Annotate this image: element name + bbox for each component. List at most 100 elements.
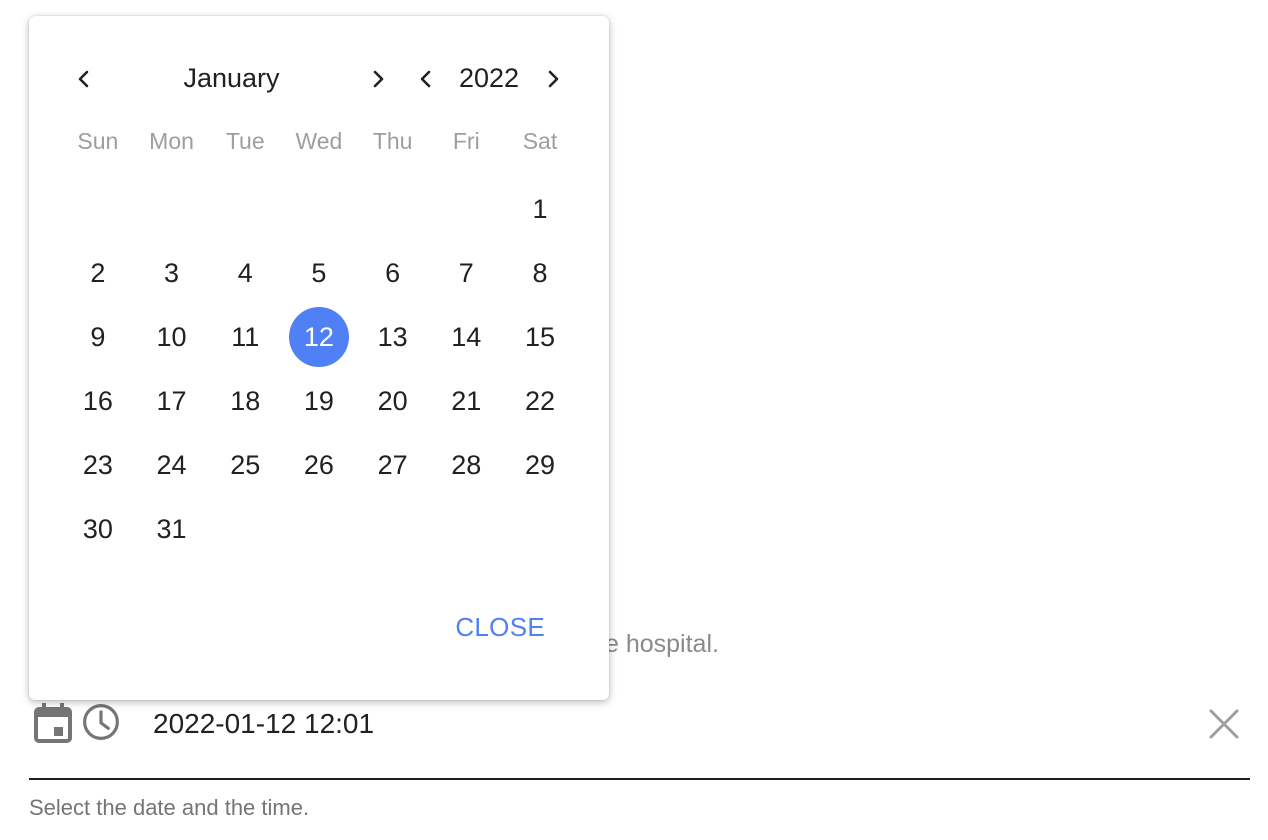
day-number: 25 (230, 449, 261, 480)
day-number: 2 (90, 257, 106, 288)
day-number: 12 (288, 307, 349, 367)
day-number: 1 (532, 193, 548, 224)
day-number: 24 (156, 449, 187, 480)
weekday-label: Sun (77, 128, 119, 154)
day-number: 31 (156, 513, 187, 544)
day-cell[interactable]: 30 (61, 497, 135, 561)
day-number: 9 (90, 321, 106, 352)
weekday-label: Wed (295, 128, 343, 154)
day-number: 4 (237, 257, 253, 288)
day-number: 7 (458, 257, 474, 288)
weekday-header: Sun Mon Tue Wed Thu Fri Sat (61, 128, 577, 160)
day-number: 13 (377, 321, 408, 352)
day-cell[interactable]: 23 (61, 433, 135, 497)
day-number: 18 (230, 385, 261, 416)
day-number: 6 (385, 257, 401, 288)
day-cell[interactable]: 13 (356, 305, 430, 369)
day-cell[interactable]: 19 (282, 369, 356, 433)
field-icons (33, 700, 121, 744)
day-cell[interactable]: 31 (135, 497, 209, 561)
weekday-label: Fri (452, 128, 480, 154)
day-number: 11 (231, 321, 260, 352)
day-number: 16 (82, 385, 113, 416)
day-number: 22 (524, 385, 555, 416)
weekday-label: Thu (372, 128, 413, 154)
day-cell[interactable]: 18 (208, 369, 282, 433)
day-number: 26 (303, 449, 334, 480)
year-label: 2022 (458, 63, 520, 93)
weekday-label: Mon (149, 128, 194, 154)
datetime-field[interactable]: 2022-01-12 12:01 (29, 690, 1250, 780)
field-underline (29, 778, 1250, 780)
day-cell[interactable]: 15 (503, 305, 577, 369)
weekday-label: Sat (522, 128, 558, 154)
day-cell[interactable]: 10 (135, 305, 209, 369)
day-cell[interactable]: 6 (356, 241, 430, 305)
day-cell-empty (356, 177, 430, 241)
day-number: 27 (377, 449, 408, 480)
calendar-button[interactable] (33, 700, 73, 744)
clock-button[interactable] (81, 700, 121, 744)
day-cell[interactable]: 26 (282, 433, 356, 497)
day-cell-selected[interactable]: 12 (282, 305, 356, 369)
day-cell-empty (429, 177, 503, 241)
day-cell[interactable]: 21 (429, 369, 503, 433)
day-grid: 1 2 3 4 5 6 7 8 9 10 11 12 13 14 15 16 17 18 19 20 21 22 23 24 2… (61, 177, 577, 561)
day-cell-empty (282, 177, 356, 241)
prev-year-button[interactable] (411, 64, 441, 94)
day-number: 14 (451, 321, 482, 352)
day-cell[interactable]: 22 (503, 369, 577, 433)
day-cell[interactable]: 29 (503, 433, 577, 497)
day-cell-empty (208, 177, 282, 241)
day-cell[interactable]: 17 (135, 369, 209, 433)
day-cell[interactable]: 9 (61, 305, 135, 369)
day-cell[interactable]: 28 (429, 433, 503, 497)
day-number: 20 (377, 385, 408, 416)
day-cell-empty (135, 177, 209, 241)
chevron-right-icon (548, 70, 559, 88)
clear-button[interactable] (1206, 706, 1242, 742)
weekday-label: Tue (225, 128, 265, 154)
day-cell[interactable]: 3 (135, 241, 209, 305)
clear-icon (1209, 709, 1239, 739)
chevron-left-icon (420, 70, 431, 88)
day-number: 5 (311, 257, 327, 288)
day-number: 15 (524, 321, 555, 352)
helper-text: Select the date and the time. (29, 795, 310, 820)
day-number: 28 (451, 449, 482, 480)
day-number: 30 (82, 513, 113, 544)
day-number: 10 (156, 321, 187, 352)
day-cell[interactable]: 7 (429, 241, 503, 305)
month-label: January (183, 63, 280, 93)
day-number: 19 (303, 385, 334, 416)
day-cell[interactable]: 16 (61, 369, 135, 433)
prev-month-button[interactable] (69, 64, 99, 94)
day-cell[interactable]: 5 (282, 241, 356, 305)
date-picker-popup: January 2022 Sun Mon Tue Wed Thu Fri Sat 12345… (29, 16, 609, 700)
day-cell[interactable]: 2 (61, 241, 135, 305)
day-cell[interactable]: 14 (429, 305, 503, 369)
next-month-button[interactable] (363, 64, 393, 94)
question-text-visible: e hospital. (605, 630, 719, 658)
day-cell-empty (61, 177, 135, 241)
day-cell[interactable]: 1 (503, 177, 577, 241)
day-number: 8 (532, 257, 548, 288)
day-number: 23 (82, 449, 113, 480)
day-cell[interactable]: 8 (503, 241, 577, 305)
day-number: 21 (451, 385, 482, 416)
chevron-right-icon (373, 70, 384, 88)
day-cell[interactable]: 20 (356, 369, 430, 433)
calendar-icon (34, 703, 72, 743)
day-cell[interactable]: 25 (208, 433, 282, 497)
day-cell[interactable]: 11 (208, 305, 282, 369)
clock-icon (83, 704, 119, 740)
day-cell[interactable]: 24 (135, 433, 209, 497)
day-cell[interactable]: 4 (208, 241, 282, 305)
day-number: 3 (164, 257, 180, 288)
day-number: 17 (156, 385, 187, 416)
next-year-button[interactable] (538, 64, 568, 94)
close-button[interactable]: CLOSE (455, 612, 545, 643)
chevron-left-icon (78, 70, 89, 88)
day-cell[interactable]: 27 (356, 433, 430, 497)
datetime-value[interactable]: 2022-01-12 12:01 (153, 708, 374, 740)
